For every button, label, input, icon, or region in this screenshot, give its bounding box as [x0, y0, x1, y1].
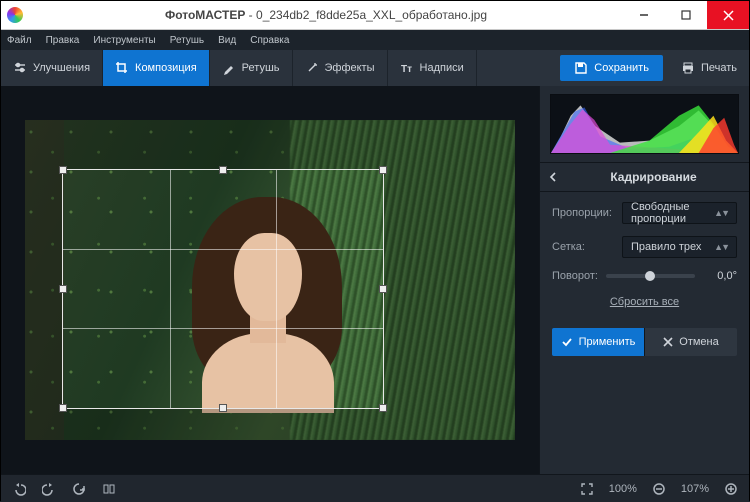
- check-icon: [561, 336, 573, 348]
- maximize-button[interactable]: [665, 1, 707, 29]
- slider-knob[interactable]: [645, 271, 655, 281]
- window-title: ФотоМАСТЕР - 0_234db2_f8dde25a_XXL_обраб…: [29, 8, 623, 22]
- chevron-updown-icon: ▲▼: [714, 208, 728, 218]
- tab-label: Эффекты: [325, 62, 375, 74]
- menu-retouch[interactable]: Ретушь: [170, 35, 204, 46]
- print-button[interactable]: Печать: [669, 50, 749, 86]
- grid-value: Правило трех: [631, 241, 701, 253]
- close-button[interactable]: [707, 1, 749, 29]
- statusbar: 100% 107%: [1, 474, 749, 502]
- revert-button[interactable]: [71, 481, 87, 497]
- tab-label: Ретушь: [242, 62, 280, 74]
- redo-button[interactable]: [41, 481, 57, 497]
- tab-text[interactable]: Tт Надписи: [388, 50, 477, 86]
- tab-label: Надписи: [420, 62, 464, 74]
- crop-handle-b[interactable]: [219, 404, 227, 412]
- app-icon: [7, 7, 23, 23]
- save-button[interactable]: Сохранить: [560, 55, 663, 81]
- cancel-button[interactable]: Отмена: [644, 328, 737, 356]
- menu-tools[interactable]: Инструменты: [93, 35, 155, 46]
- minimize-button[interactable]: [623, 1, 665, 29]
- menu-help[interactable]: Справка: [250, 35, 289, 46]
- photo-preview: [25, 120, 515, 440]
- text-icon: Tт: [400, 61, 414, 75]
- crop-handle-tr[interactable]: [379, 166, 387, 174]
- tab-retouch[interactable]: Ретушь: [210, 50, 293, 86]
- apply-label: Применить: [579, 336, 636, 348]
- crop-handle-br[interactable]: [379, 404, 387, 412]
- zoom-fit-value: 100%: [609, 483, 637, 495]
- crop-rectangle[interactable]: [63, 170, 383, 408]
- zoom-out-button[interactable]: [651, 481, 667, 497]
- menu-view[interactable]: Вид: [218, 35, 236, 46]
- cancel-label: Отмена: [679, 336, 718, 348]
- tab-label: Улучшения: [33, 62, 90, 74]
- print-icon: [681, 61, 695, 75]
- aspect-select[interactable]: Свободные пропорции ▲▼: [622, 202, 737, 224]
- zoom-actual-value: 107%: [681, 483, 709, 495]
- reset-link[interactable]: Сбросить все: [552, 296, 737, 308]
- panel-header: Кадрирование: [540, 162, 749, 192]
- save-icon: [574, 61, 588, 75]
- svg-text:Tт: Tт: [401, 64, 412, 75]
- undo-button[interactable]: [11, 481, 27, 497]
- tab-label: Композиция: [135, 62, 197, 74]
- aspect-label: Пропорции:: [552, 207, 614, 219]
- tab-enhance[interactable]: Улучшения: [1, 50, 103, 86]
- panel-title: Кадрирование: [566, 170, 741, 184]
- canvas-area[interactable]: [1, 86, 539, 474]
- zoom-in-button[interactable]: [723, 481, 739, 497]
- right-panel: Кадрирование Пропорции: Свободные пропор…: [539, 86, 749, 474]
- close-icon: [663, 337, 673, 347]
- tab-composition[interactable]: Композиция: [103, 50, 210, 86]
- menu-edit[interactable]: Правка: [46, 35, 80, 46]
- chevron-updown-icon: ▲▼: [714, 242, 728, 252]
- rule-of-thirds-grid: [63, 170, 383, 408]
- app-name: ФотоМАСТЕР: [165, 8, 245, 22]
- wand-icon: [305, 61, 319, 75]
- fit-screen-button[interactable]: [579, 481, 595, 497]
- menu-file[interactable]: Файл: [7, 35, 32, 46]
- save-label: Сохранить: [594, 62, 649, 74]
- sliders-icon: [13, 61, 27, 75]
- brush-icon: [222, 61, 236, 75]
- rotate-label: Поворот:: [552, 270, 598, 282]
- histogram: [550, 94, 739, 154]
- crop-handle-l[interactable]: [59, 285, 67, 293]
- rotate-slider[interactable]: [606, 274, 695, 278]
- grid-label: Сетка:: [552, 241, 614, 253]
- crop-handle-r[interactable]: [379, 285, 387, 293]
- crop-handle-bl[interactable]: [59, 404, 67, 412]
- grid-select[interactable]: Правило трех ▲▼: [622, 236, 737, 258]
- document-filename: 0_234db2_f8dde25a_XXL_обработано.jpg: [256, 8, 487, 22]
- back-button[interactable]: [548, 172, 566, 182]
- print-label: Печать: [701, 62, 737, 74]
- crop-handle-t[interactable]: [219, 166, 227, 174]
- apply-button[interactable]: Применить: [552, 328, 644, 356]
- crop-icon: [115, 61, 129, 75]
- menubar: Файл Правка Инструменты Ретушь Вид Справ…: [1, 30, 749, 50]
- crop-handle-tl[interactable]: [59, 166, 67, 174]
- aspect-value: Свободные пропорции: [631, 201, 714, 225]
- window-titlebar: ФотоМАСТЕР - 0_234db2_f8dde25a_XXL_обраб…: [1, 1, 749, 30]
- compare-button[interactable]: [101, 481, 117, 497]
- tab-effects[interactable]: Эффекты: [293, 50, 388, 86]
- rotate-value: 0,0°: [703, 270, 737, 282]
- main-toolbar: Улучшения Композиция Ретушь Эффекты Tт Н…: [1, 50, 749, 86]
